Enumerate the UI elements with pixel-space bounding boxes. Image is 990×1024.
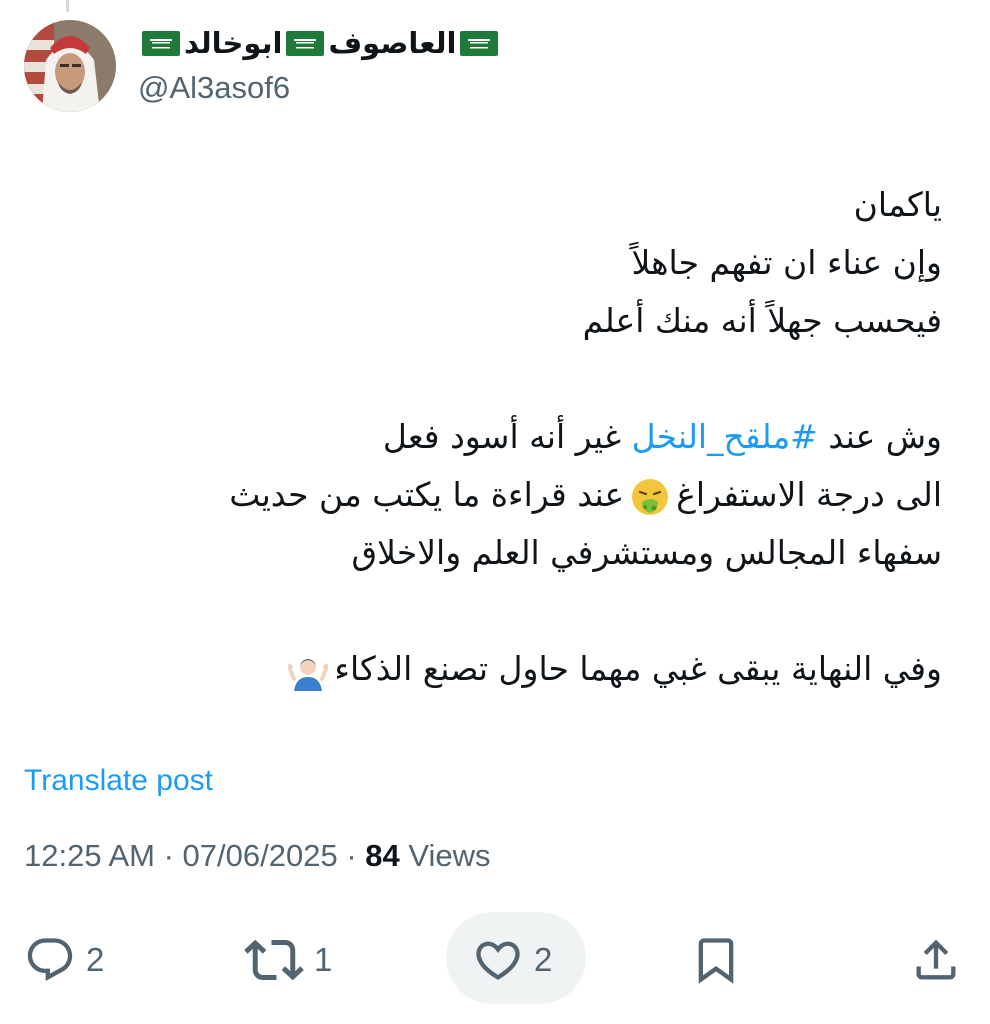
tweet-line: وفي النهاية يبقى غبي مهما حاول تصنع الذك… [62, 640, 942, 698]
tweet-line: الى درجة الاستفراغ عند قراءة ما يكتب من … [62, 466, 942, 524]
tweet-line: فيحسب جهلاً أنه منك أعلم [582, 301, 942, 340]
post-time[interactable]: 12:25 AM [24, 838, 155, 873]
tweet-header: ابوخالد العاصوف @Al3asof6 [24, 20, 966, 116]
nauseated-face-emoji [632, 478, 669, 515]
share-button[interactable] [910, 912, 962, 1008]
meta-separator: · [154, 838, 183, 873]
tweet-text-segment: غير أنه أسود فعل [382, 417, 632, 456]
views-count: 84 [365, 838, 400, 873]
repost-count: 1 [314, 941, 333, 978]
author-names: ابوخالد العاصوف @Al3asof6 [138, 22, 502, 106]
display-name[interactable]: ابوخالد العاصوف [138, 22, 502, 64]
display-name-part-2: العاصوف [328, 26, 457, 60]
views-label: Views [399, 838, 491, 873]
repost-icon [244, 939, 304, 981]
tweet-meta: 12:25 AM · 07/06/2025 · 84 Views [24, 838, 491, 874]
tweet-text-segment: عند قراءة ما يكتب من حديث [229, 475, 625, 514]
person-shrugging-emoji [288, 658, 329, 691]
saudi-flag-icon [142, 30, 180, 56]
bookmark-button[interactable] [690, 912, 742, 1008]
display-name-part-1: ابوخالد [184, 26, 283, 60]
saudi-flag-icon [286, 30, 325, 56]
tweet-line: ياكمان [853, 185, 942, 224]
user-handle[interactable]: @Al3asof6 [138, 70, 502, 106]
reply-button[interactable]: 2 [24, 912, 104, 1008]
tweet-text-segment: وش عند [828, 417, 942, 456]
hashtag-link[interactable]: #ملقح_النخل [632, 417, 818, 456]
share-icon [916, 939, 956, 980]
tweet-text: ياكمان وإن عناء ان تفهم جاهلاً فيحسب جهل… [62, 176, 942, 698]
like-button[interactable]: 2 [472, 912, 552, 1008]
thread-connector [66, 0, 69, 12]
repost-button[interactable]: 1 [244, 912, 332, 1008]
reply-icon [27, 938, 73, 982]
bookmark-icon [698, 938, 734, 984]
heart-icon [476, 941, 520, 980]
like-count: 2 [534, 941, 553, 978]
tweet-line: وش عند #ملقح_النخل غير أنه أسود فعل [62, 408, 942, 466]
saudi-flag-icon [460, 30, 499, 56]
avatar[interactable] [24, 20, 116, 112]
tweet-text-segment: وفي النهاية يبقى غبي مهما حاول تصنع الذك… [334, 649, 942, 688]
tweet-text-segment: الى درجة الاستفراغ [676, 475, 942, 514]
translate-post-link[interactable]: Translate post [24, 764, 213, 798]
tweet-line: سفهاء المجالس ومستشرفي العلم والاخلاق [351, 533, 942, 572]
tweet-line: وإن عناء ان تفهم جاهلاً [631, 243, 942, 282]
post-date[interactable]: 07/06/2025 [183, 838, 338, 873]
action-bar: 2 1 2 [0, 912, 990, 1008]
meta-separator: · [337, 838, 366, 873]
avatar-image [24, 20, 116, 112]
reply-count: 2 [86, 941, 105, 978]
